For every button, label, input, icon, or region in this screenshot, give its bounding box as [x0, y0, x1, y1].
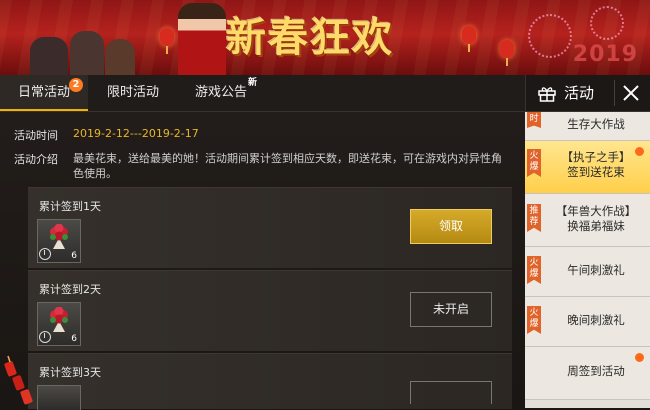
not-open-button[interactable]: 未开启 [410, 292, 492, 327]
hot-tag: 火爆 [527, 306, 541, 334]
gift-icon [538, 87, 556, 102]
event-banner: 新春狂欢 2019 [0, 0, 650, 75]
reward-label: 累计签到2天 [39, 283, 101, 296]
bouquet-icon [50, 224, 68, 249]
clock-icon [39, 331, 51, 343]
claim-button[interactable]: 领取 [410, 209, 492, 244]
list-item-label: 午间刺激礼 [567, 263, 625, 277]
firework-icon [590, 6, 624, 40]
list-item-label: 晚间刺激礼 [567, 313, 625, 327]
list-item-label: 生存大作战 [567, 117, 625, 131]
hot-tag: 时 [527, 112, 541, 128]
hot-tag: 火爆 [527, 256, 541, 284]
banner-character [178, 3, 226, 75]
red-dot-icon [635, 147, 644, 156]
clock-icon [39, 248, 51, 260]
notification-badge: 2 [69, 78, 83, 92]
list-item-weekly-checkin[interactable]: 周签到活动 [525, 347, 650, 400]
reward-item-slot[interactable]: 6 [37, 385, 81, 410]
banner-year: 2019 [572, 42, 638, 67]
reward-row-day2: 累计签到2天 6 未开启 [28, 270, 512, 351]
list-item-survival[interactable]: 时 生存大作战 [525, 112, 650, 141]
item-quantity: 6 [71, 251, 77, 261]
banner-figure-left-3 [105, 39, 135, 75]
recommend-tag: 推荐 [527, 204, 541, 232]
reward-item-slot[interactable]: 6 [37, 302, 81, 346]
list-item-label: 周签到活动 [567, 364, 625, 378]
description-label: 活动介绍 [14, 153, 58, 166]
activity-list: 时 生存大作战 火爆 【执子之手】 签到送花束 推荐 【年兽大作战】 换福弟福妹… [525, 112, 650, 408]
list-item-flowers[interactable]: 火爆 【执子之手】 签到送花束 [525, 141, 650, 194]
divider [614, 80, 615, 106]
lantern-icon [500, 40, 514, 66]
bouquet-icon [50, 307, 68, 332]
reward-row-day1: 累计签到1天 6 领取 [28, 187, 512, 268]
reward-label: 累计签到3天 [39, 366, 101, 379]
list-item-label: 【执子之手】 签到送花束 [561, 150, 631, 179]
close-icon[interactable] [620, 82, 642, 104]
lantern-icon [462, 26, 476, 52]
list-item-noon-gift[interactable]: 火爆 午间刺激礼 [525, 247, 650, 297]
list-item-nian-beast[interactable]: 推荐 【年兽大作战】 换福弟福妹 [525, 194, 650, 247]
banner-figure-left [30, 37, 68, 75]
firework-icon [528, 14, 572, 58]
hot-tag: 火爆 [527, 149, 541, 177]
banner-figure-left-2 [70, 31, 104, 75]
description-text: 最美花束，送给最美的她！活动期间累计签到相应天数，即送花束，可在游戏内对异性角色… [73, 152, 502, 180]
reward-row-day3: 累计签到3天 6 [28, 353, 512, 410]
firecracker-icon [4, 355, 33, 405]
list-item-label: 【年兽大作战】 换福弟福妹 [555, 204, 637, 233]
side-panel-title: 活动 [564, 84, 595, 102]
not-open-button[interactable] [410, 381, 492, 404]
banner-title: 新春狂欢 [226, 15, 394, 61]
time-value: 2019-2-12---2019-2-17 [73, 127, 199, 140]
reward-label: 累计签到1天 [39, 200, 101, 213]
lantern-icon [160, 28, 174, 54]
list-item-evening-gift[interactable]: 火爆 晚间刺激礼 [525, 297, 650, 347]
reward-item-slot[interactable]: 6 [37, 219, 81, 263]
red-dot-icon [635, 353, 644, 362]
item-quantity: 6 [71, 334, 77, 344]
tab-limited-activities[interactable]: 限时活动 [92, 75, 174, 111]
new-badge: 新 [248, 78, 258, 88]
time-label: 活动时间 [14, 129, 58, 142]
